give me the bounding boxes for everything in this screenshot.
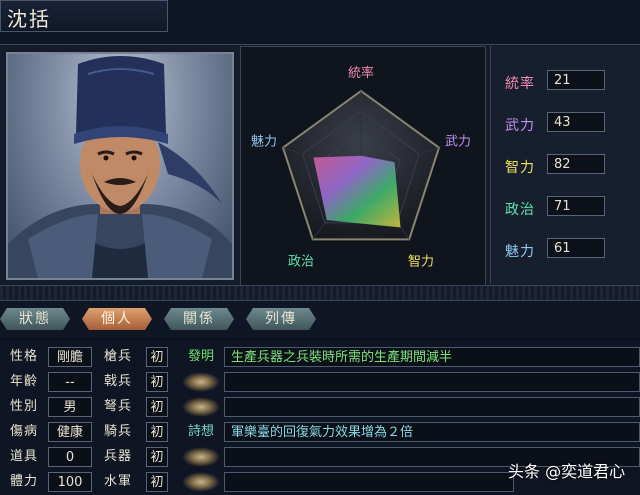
watermark: 头条 @奕道君心 (508, 462, 626, 481)
portrait-image (8, 56, 232, 278)
trait-description-empty (224, 472, 514, 492)
radar-chart: 統率 武力 智力 政治 魅力 (251, 65, 471, 270)
officer-name: 沈括 (7, 7, 51, 31)
stat-value: 71 (547, 196, 605, 216)
stat-value: 82 (547, 154, 605, 174)
info-label-gender: 性別 (10, 399, 39, 414)
stat-value: 21 (547, 70, 605, 90)
skill-rank-crossbow: 初 (146, 397, 168, 417)
info-value-stamina: 100 (48, 472, 92, 492)
skill-label-navy: 水軍 (104, 474, 133, 489)
officer-portrait (6, 52, 234, 280)
divider-strip (0, 286, 640, 301)
info-label-stamina: 體力 (10, 474, 39, 489)
skill-rank-siege: 初 (146, 447, 168, 467)
info-label-items: 道具 (10, 449, 39, 464)
trait-description-empty (224, 397, 640, 417)
stat-row-mei: 魅力 61 (491, 238, 640, 264)
stat-row-zheng: 政治 71 (491, 196, 640, 222)
info-value-gender: 男 (48, 397, 92, 417)
info-value-injury: 健康 (48, 422, 92, 442)
skill-rank-spear: 初 (146, 347, 168, 367)
skill-label-halberd: 戟兵 (104, 374, 133, 389)
stats-panel: 統率 21 武力 43 智力 82 政治 71 魅力 61 (490, 46, 640, 284)
skill-rank-halberd: 初 (146, 372, 168, 392)
stat-row-tong: 統率 21 (491, 70, 640, 96)
radar-stat-area (313, 155, 401, 228)
name-box: 沈括 (0, 0, 168, 32)
stat-label: 統率 (505, 76, 535, 92)
stat-label: 魅力 (505, 244, 535, 260)
tab-personal[interactable]: 個人 (82, 308, 152, 330)
skill-label-cavalry: 騎兵 (104, 424, 133, 439)
stat-value: 43 (547, 112, 605, 132)
trait-tag-empty (182, 397, 220, 417)
trait-tag[interactable]: 發明 (182, 347, 220, 367)
stat-row-wu: 武力 43 (491, 112, 640, 138)
skill-label-spear: 槍兵 (104, 349, 133, 364)
tab-status[interactable]: 狀態 (0, 308, 70, 330)
tab-biography[interactable]: 列傳 (246, 308, 316, 330)
info-value-items: 0 (48, 447, 92, 467)
radar-chart-panel: 統率 武力 智力 政治 魅力 (240, 46, 486, 286)
stat-row-zhi: 智力 82 (491, 154, 640, 180)
stat-label: 武力 (505, 118, 535, 134)
radar-label-wu: 武力 (445, 134, 471, 149)
trait-description: 軍樂臺的回復氣力效果增為２倍 (224, 422, 640, 442)
stat-value: 61 (547, 238, 605, 258)
skill-rank-cavalry: 初 (146, 422, 168, 442)
trait-tag-empty (182, 447, 220, 467)
trait-description: 生產兵器之兵裝時所需的生產期間減半 (224, 347, 640, 367)
info-value-personality: 剛膽 (48, 347, 92, 367)
radar-label-mei: 魅力 (251, 134, 277, 149)
info-label-age: 年齡 (10, 374, 39, 389)
radar-label-tong: 統率 (348, 65, 374, 81)
radar-label-zheng: 政治 (288, 255, 314, 270)
trait-description-empty (224, 372, 640, 392)
trait-tag[interactable]: 詩想 (182, 422, 220, 442)
trait-tag-empty (182, 472, 220, 492)
skill-label-crossbow: 弩兵 (104, 399, 133, 414)
trait-tag-empty (182, 372, 220, 392)
skill-rank-navy: 初 (146, 472, 168, 492)
tab-relations[interactable]: 關係 (164, 308, 234, 330)
skill-label-siege: 兵器 (104, 449, 133, 464)
info-label-personality: 性格 (10, 349, 39, 364)
info-value-age: -- (48, 372, 92, 392)
stat-label: 政治 (505, 202, 535, 218)
radar-label-zhi: 智力 (408, 255, 434, 270)
stat-label: 智力 (505, 160, 535, 176)
info-label-injury: 傷病 (10, 424, 39, 439)
